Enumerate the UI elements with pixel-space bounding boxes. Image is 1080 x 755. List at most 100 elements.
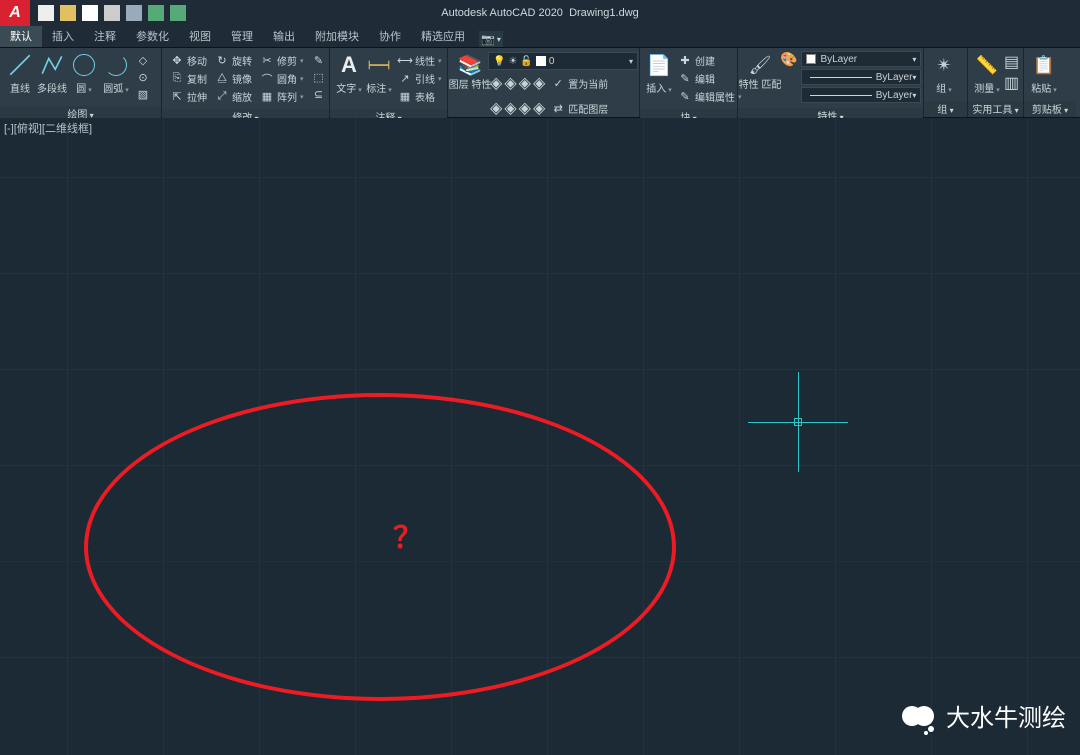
group-button[interactable]: ✴ 组 bbox=[928, 50, 960, 95]
wechat-icon bbox=[902, 702, 936, 730]
layer-ico2[interactable]: ◈ bbox=[504, 73, 516, 93]
layer-ico7[interactable]: ◈ bbox=[519, 98, 531, 118]
draw-misc3[interactable]: ▧ bbox=[134, 86, 152, 102]
panel-draw: 直线 多段线 圆 圆弧 ◇ ⊙ ▧ 绘图 bbox=[0, 48, 162, 117]
measure-button[interactable]: 📏 测量 bbox=[972, 50, 1002, 95]
bulb-icon: 💡 bbox=[493, 56, 505, 67]
layer-ico8[interactable]: ◈ bbox=[533, 98, 545, 118]
modify-misc3[interactable]: ⊆ bbox=[310, 86, 328, 102]
app-logo[interactable]: A bbox=[0, 0, 30, 26]
array-button[interactable]: ▦阵列 bbox=[258, 88, 306, 105]
group-icon: ✴ bbox=[931, 52, 957, 78]
qat-save-icon[interactable] bbox=[82, 5, 98, 21]
table-button[interactable]: ▦表格 bbox=[396, 88, 444, 105]
sun-icon: ☀ bbox=[508, 56, 517, 67]
tab-annotate[interactable]: 注释 bbox=[84, 25, 126, 47]
qat-new-icon[interactable] bbox=[38, 5, 54, 21]
layer-combo[interactable]: 💡 ☀ 🔓 0 bbox=[488, 52, 638, 70]
title-bar: A Autodesk AutoCAD 2020 Drawing1.dwg bbox=[0, 0, 1080, 26]
dim-button[interactable]: 标注 bbox=[364, 50, 394, 95]
mirror-button[interactable]: ⧋镜像 bbox=[213, 70, 254, 87]
drawing-canvas[interactable]: [-][俯视][二维线框] ？ 大水牛测绘 bbox=[0, 118, 1080, 755]
text-icon: A bbox=[336, 52, 362, 78]
draw-misc2[interactable]: ⊙ bbox=[134, 69, 152, 85]
tab-addins[interactable]: 附加模块 bbox=[305, 25, 369, 47]
dimension-icon bbox=[366, 52, 392, 78]
arc-button[interactable]: 圆弧 bbox=[100, 50, 132, 95]
qat-plot-icon[interactable] bbox=[126, 5, 142, 21]
block-editattr-button[interactable]: ✎编辑属性 bbox=[676, 88, 744, 105]
linear-button[interactable]: ⟷线性 bbox=[396, 52, 444, 69]
polyline-button[interactable]: 多段线 bbox=[36, 50, 68, 95]
copy-button[interactable]: ⎘复制 bbox=[168, 70, 209, 87]
quick-access-toolbar bbox=[30, 5, 194, 21]
tab-camera-icon[interactable]: 📷 bbox=[479, 31, 503, 47]
layer-ico1[interactable]: ◈ bbox=[490, 73, 502, 93]
paste-button[interactable]: 📋 粘贴 bbox=[1028, 50, 1060, 95]
panel-group-title[interactable]: 组 bbox=[924, 101, 967, 117]
tab-view[interactable]: 视图 bbox=[179, 25, 221, 47]
layer-color-swatch bbox=[536, 56, 546, 66]
annotation-ellipse bbox=[84, 393, 676, 701]
qat-undo-icon[interactable] bbox=[148, 5, 164, 21]
layer-ico3[interactable]: ◈ bbox=[519, 73, 531, 93]
panel-clip-title[interactable]: 剪贴板 bbox=[1024, 101, 1076, 117]
layer-props-button[interactable]: 📚 图层 特性 bbox=[452, 50, 488, 91]
rotate-button[interactable]: ↻旋转 bbox=[213, 52, 254, 69]
arc-icon bbox=[105, 54, 127, 76]
layer-ico4[interactable]: ◈ bbox=[533, 73, 545, 93]
lineweight-combo[interactable]: ByLayer bbox=[801, 69, 921, 85]
tab-insert[interactable]: 插入 bbox=[42, 25, 84, 47]
color-wheel-icon[interactable]: 🎨 bbox=[780, 51, 797, 68]
scale-button[interactable]: ⤢缩放 bbox=[213, 88, 254, 105]
ribbon: 直线 多段线 圆 圆弧 ◇ ⊙ ▧ 绘图 ✥移 bbox=[0, 48, 1080, 118]
panel-props: 🖌 特性 匹配 🎨 ByLayer ByLayer ByLayer 特性 bbox=[738, 48, 924, 117]
tab-parametric[interactable]: 参数化 bbox=[126, 25, 179, 47]
match-props-icon: 🖌 bbox=[747, 52, 773, 78]
stretch-button[interactable]: ⇱拉伸 bbox=[168, 88, 209, 105]
block-edit-button[interactable]: ✎编辑 bbox=[676, 70, 744, 87]
fillet-button[interactable]: ⌒圆角 bbox=[258, 70, 306, 87]
text-button[interactable]: A 文字 bbox=[334, 50, 364, 95]
line-button[interactable]: 直线 bbox=[4, 50, 36, 95]
match-props-button[interactable]: 🖌 特性 匹配 bbox=[742, 50, 778, 91]
annotation-question-mark: ？ bbox=[393, 513, 423, 557]
qat-redo-icon[interactable] bbox=[170, 5, 186, 21]
tab-collab[interactable]: 协作 bbox=[369, 25, 411, 47]
trim-button[interactable]: ✂修剪 bbox=[258, 52, 306, 69]
qat-open-icon[interactable] bbox=[60, 5, 76, 21]
watermark: 大水牛测绘 bbox=[902, 698, 1066, 733]
linetype-combo[interactable]: ByLayer bbox=[801, 87, 921, 103]
set-current-button[interactable]: ✓置为当前 bbox=[549, 71, 610, 95]
circle-button[interactable]: 圆 bbox=[68, 50, 100, 95]
layer-props-icon: 📚 bbox=[457, 52, 483, 78]
crosshair-pickbox bbox=[794, 418, 802, 426]
match-layer-button[interactable]: ⇄匹配图层 bbox=[549, 96, 610, 120]
tab-featured[interactable]: 精选应用 bbox=[411, 25, 475, 47]
measure-icon: 📏 bbox=[974, 52, 1000, 78]
util-ico2[interactable]: ▥ bbox=[1004, 73, 1019, 93]
tab-output[interactable]: 输出 bbox=[263, 25, 305, 47]
layer-ico6[interactable]: ◈ bbox=[504, 98, 516, 118]
panel-clipboard: 📋 粘贴 剪贴板 bbox=[1024, 48, 1076, 117]
color-combo[interactable]: ByLayer bbox=[801, 51, 921, 67]
modify-misc1[interactable]: ✎ bbox=[310, 52, 328, 68]
draw-misc1[interactable]: ◇ bbox=[134, 52, 152, 68]
tab-default[interactable]: 默认 bbox=[0, 25, 42, 47]
util-ico1[interactable]: ▤ bbox=[1004, 52, 1019, 72]
tab-manage[interactable]: 管理 bbox=[221, 25, 263, 47]
modify-misc2[interactable]: ⬚ bbox=[310, 69, 328, 85]
panel-block: 📄 插入 ✚创建 ✎编辑 ✎编辑属性 块 bbox=[640, 48, 738, 117]
panel-annotate: A 文字 标注 ⟷线性 ↗引线 ▦表格 注释 bbox=[330, 48, 448, 117]
move-button[interactable]: ✥移动 bbox=[168, 52, 209, 69]
view-label[interactable]: [-][俯视][二维线框] bbox=[4, 120, 92, 136]
panel-modify: ✥移动 ⎘复制 ⇱拉伸 ↻旋转 ⧋镜像 ⤢缩放 ✂修剪 ⌒圆角 ▦阵列 ✎ ⬚ … bbox=[162, 48, 330, 117]
panel-util-title[interactable]: 实用工具 bbox=[968, 101, 1023, 117]
qat-saveas-icon[interactable] bbox=[104, 5, 120, 21]
layer-ico5[interactable]: ◈ bbox=[490, 98, 502, 118]
leader-button[interactable]: ↗引线 bbox=[396, 70, 444, 87]
insert-block-button[interactable]: 📄 插入 bbox=[644, 50, 674, 95]
block-create-button[interactable]: ✚创建 bbox=[676, 52, 744, 69]
insert-icon: 📄 bbox=[646, 52, 672, 78]
panel-util: 📏 测量 ▤ ▥ 实用工具 bbox=[968, 48, 1024, 117]
